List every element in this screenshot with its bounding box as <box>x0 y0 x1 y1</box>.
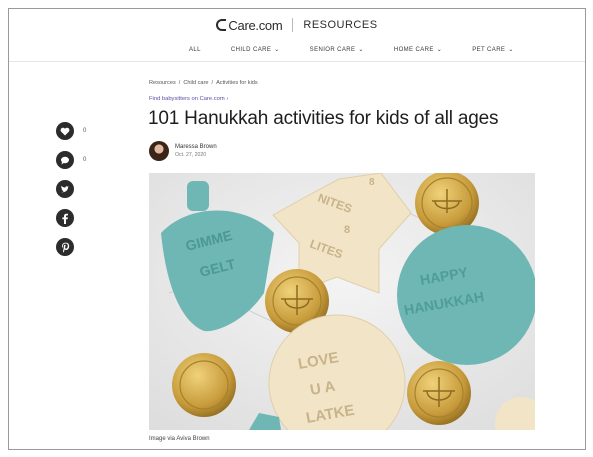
comment-icon[interactable] <box>56 151 74 169</box>
happy-hanukkah-cookie: HAPPY HANUKKAH <box>397 225 535 365</box>
nav-item-label: HOME CARE <box>393 46 434 53</box>
nav-item-label: CHILD CARE <box>230 46 272 53</box>
share-bar: 0 0 <box>56 122 86 256</box>
share-row-comment: 0 <box>56 151 86 169</box>
like-count: 0 <box>83 128 87 134</box>
hanukkah-cookies-photo: GIMME GELT 8 NITES 8 LITES HAPPY HANUKKA… <box>149 173 535 430</box>
chevron-down-icon: ⌄ <box>508 47 514 53</box>
care-logo[interactable]: Care.com <box>216 17 283 33</box>
nav-item-label: ALL <box>189 46 201 53</box>
share-row-heart: 0 <box>56 122 86 140</box>
image-caption: Image via Aviva Brown <box>149 436 210 442</box>
page-title: 101 Hanukkah activities for kids of all … <box>148 108 499 129</box>
star-word-3: 8 <box>344 224 350 236</box>
author-name[interactable]: Maressa Brown <box>175 144 217 150</box>
comment-count: 0 <box>83 157 87 163</box>
care-logo-mark <box>216 19 227 31</box>
breadcrumb-activities[interactable]: Activities for kids <box>216 80 258 86</box>
nav-item-label: SENIOR CARE <box>309 46 356 53</box>
pinterest-icon[interactable] <box>56 238 74 256</box>
breadcrumb-separator: / <box>211 80 214 86</box>
main-nav: ALL CHILD CARE ⌄ SENIOR CARE ⌄ HOME CARE ⌄ … <box>189 46 544 54</box>
heart-icon[interactable] <box>56 122 74 140</box>
publish-date: Oct. 27, 2020 <box>175 152 207 158</box>
author-block: Maressa Brown Oct. 27, 2020 <box>149 141 217 161</box>
facebook-icon[interactable] <box>56 209 74 227</box>
site-header: Care.com RESOURCES <box>9 15 585 35</box>
nav-item-label: PET CARE <box>472 46 506 53</box>
header-rule <box>9 61 585 62</box>
breadcrumb-resources[interactable]: Resources <box>149 80 176 86</box>
gelt-coin-bottom-right <box>407 361 471 425</box>
twitter-icon[interactable] <box>56 180 74 198</box>
share-row-twitter <box>56 180 86 198</box>
avatar[interactable] <box>149 141 169 161</box>
star-word-1: 8 <box>369 177 375 188</box>
nav-item-pet-care[interactable]: PET CARE ⌄ <box>472 46 514 54</box>
breadcrumb: Resources / Child care / Activities for … <box>149 80 258 86</box>
breadcrumb-separator: / <box>178 80 181 86</box>
chevron-down-icon: ⌄ <box>436 47 443 53</box>
author-meta: Maressa Brown Oct. 27, 2020 <box>175 144 217 158</box>
nav-item-child-care[interactable]: CHILD CARE ⌄ <box>230 46 280 54</box>
find-babysitters-link[interactable]: Find babysitters on Care.com › <box>149 96 228 102</box>
hero-image: GIMME GELT 8 NITES 8 LITES HAPPY HANUKKA… <box>149 173 535 430</box>
chevron-down-icon: ⌄ <box>274 47 280 53</box>
browser-page: Care.com RESOURCES ALL CHILD CARE ⌄ SENIO… <box>8 8 586 450</box>
gelt-coin-left <box>172 353 236 417</box>
nav-item-all[interactable]: ALL <box>189 46 201 53</box>
breadcrumb-child-care[interactable]: Child care <box>183 80 208 86</box>
share-row-pinterest <box>56 238 86 256</box>
share-row-facebook <box>56 209 86 227</box>
care-logo-text: Care.com <box>228 17 283 33</box>
header-divider <box>292 18 294 32</box>
resources-label[interactable]: RESOURCES <box>303 19 377 31</box>
nav-item-senior-care[interactable]: SENIOR CARE ⌄ <box>309 46 364 54</box>
chevron-down-icon: ⌄ <box>358 47 364 53</box>
nav-item-home-care[interactable]: HOME CARE ⌄ <box>393 46 443 54</box>
